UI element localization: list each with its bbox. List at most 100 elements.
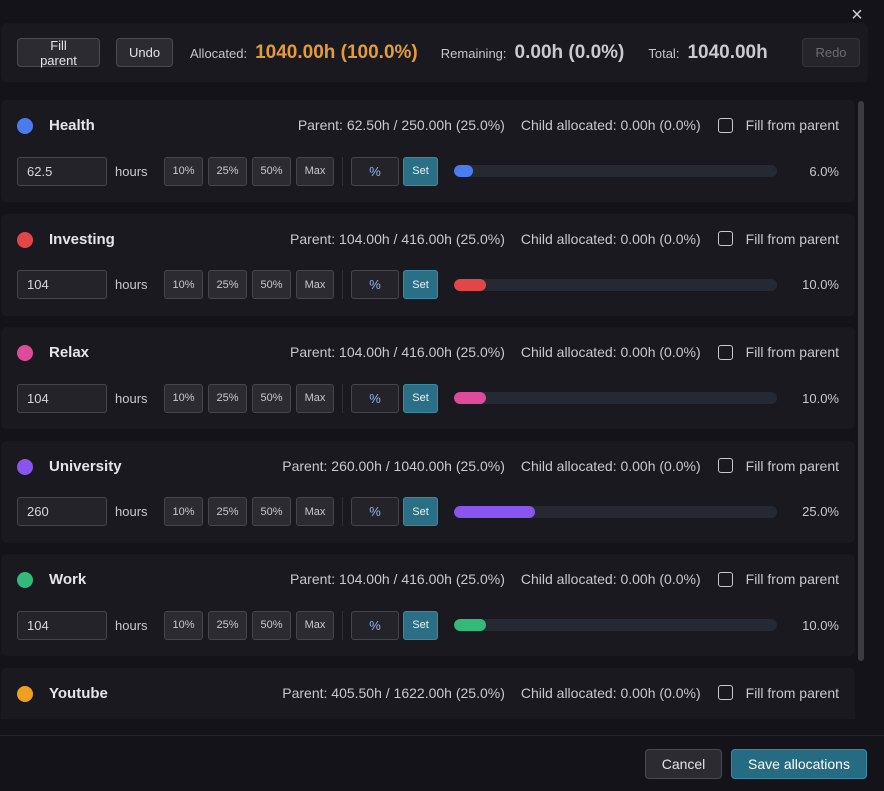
percent-25-button[interactable]: 25% <box>208 497 247 526</box>
percent-50-button[interactable]: 50% <box>252 383 291 413</box>
allocation-progress-bar <box>454 165 777 177</box>
percent-10-button[interactable]: 10% <box>164 497 203 526</box>
category-summary: Parent: 62.50h / 250.00h (25.0%) Child a… <box>298 117 839 133</box>
allocation-progress-text: 10.0% <box>802 617 839 633</box>
fill-from-parent-label: Fill from parent <box>745 230 839 247</box>
percent-10-button[interactable]: 10% <box>164 610 203 640</box>
percent-10-button[interactable]: 10% <box>164 383 203 413</box>
set-percent-button[interactable]: Set <box>403 610 438 640</box>
hours-input[interactable] <box>17 156 107 186</box>
fill-from-parent-checkbox[interactable] <box>717 117 733 133</box>
category-card-relax: Relax Parent: 104.00h / 416.00h (25.0%) … <box>1 327 855 429</box>
category-header: Health Parent: 62.50h / 250.00h (25.0%) … <box>1 100 855 150</box>
percent-25-button[interactable]: 25% <box>208 383 247 413</box>
total-value: 1040.00h <box>687 41 768 63</box>
allocation-controls: hours 10% 25% 50% Max % Set 10.0% <box>17 270 839 300</box>
allocation-progress-fill <box>454 278 487 291</box>
max-button[interactable]: Max <box>296 497 334 526</box>
fill-from-parent-checkbox[interactable] <box>717 685 733 700</box>
category-header: University Parent: 260.00h / 1040.00h (2… <box>1 441 855 491</box>
parent-allocation-text: Parent: 104.00h / 416.00h (25.0%) <box>290 230 505 247</box>
hours-input[interactable] <box>17 610 107 640</box>
save-allocations-button[interactable]: Save allocations <box>731 749 867 779</box>
parent-allocation-text: Parent: 405.50h / 1622.00h (25.0%) <box>282 684 505 701</box>
allocation-progress-fill <box>454 619 487 631</box>
category-summary: Parent: 405.50h / 1622.00h (25.0%) Child… <box>282 685 839 701</box>
percent-25-button[interactable]: 25% <box>208 270 247 299</box>
total-stat: Total: 1040.00h <box>648 42 767 64</box>
percent-input[interactable]: % <box>351 497 399 526</box>
category-color-dot <box>17 572 33 588</box>
set-percent-button[interactable]: Set <box>403 497 438 526</box>
max-button[interactable]: Max <box>296 270 334 299</box>
parent-allocation-text: Parent: 260.00h / 1040.00h (25.0%) <box>282 457 505 474</box>
total-label: Total: <box>648 45 680 61</box>
percent-input[interactable]: % <box>351 383 399 413</box>
max-button[interactable]: Max <box>296 156 334 186</box>
category-header: Work Parent: 104.00h / 416.00h (25.0%) C… <box>1 554 855 604</box>
max-button[interactable]: Max <box>296 383 334 413</box>
percent-input[interactable]: % <box>351 156 399 186</box>
fill-from-parent-checkbox[interactable] <box>717 344 733 360</box>
category-color-dot <box>17 118 33 134</box>
max-button[interactable]: Max <box>296 610 334 640</box>
allocation-progress-bar <box>454 619 777 631</box>
category-summary: Parent: 104.00h / 416.00h (25.0%) Child … <box>290 571 839 587</box>
percent-input[interactable]: % <box>351 270 399 299</box>
hours-unit-label: hours <box>115 163 148 179</box>
category-list[interactable]: Health Parent: 62.50h / 250.00h (25.0%) … <box>0 99 867 719</box>
allocation-controls: hours 10% 25% 50% Max % Set 10.0% <box>17 383 839 413</box>
hours-input[interactable] <box>17 270 107 299</box>
percent-10-button[interactable]: 10% <box>164 156 203 186</box>
allocation-progress-text: 10.0% <box>802 390 839 406</box>
fill-from-parent-label: Fill from parent <box>745 571 839 587</box>
hours-input[interactable] <box>17 497 107 526</box>
allocation-progress-text: 25.0% <box>802 504 839 519</box>
set-percent-button[interactable]: Set <box>403 156 438 186</box>
allocation-controls: hours 10% 25% 50% Max % Set 6.0% <box>17 156 839 186</box>
percent-10-button[interactable]: 10% <box>164 270 203 299</box>
category-name: University <box>49 457 122 475</box>
percent-input[interactable]: % <box>351 610 399 640</box>
allocation-progress-bar <box>454 278 777 291</box>
fill-from-parent-label: Fill from parent <box>745 344 839 360</box>
set-percent-button[interactable]: Set <box>403 383 438 413</box>
fill-from-parent-checkbox[interactable] <box>717 458 733 473</box>
redo-button[interactable]: Redo <box>802 38 860 67</box>
category-card-health: Health Parent: 62.50h / 250.00h (25.0%) … <box>1 100 855 202</box>
category-name: Youtube <box>49 684 108 702</box>
dialog-footer: Cancel Save allocations <box>0 735 884 791</box>
category-color-dot <box>17 345 33 361</box>
undo-button[interactable]: Undo <box>116 38 173 67</box>
percent-50-button[interactable]: 50% <box>252 610 291 640</box>
allocation-toolbar: Fill parent Undo Allocated: 1040.00h (10… <box>1 23 868 82</box>
remaining-label: Remaining: <box>440 45 507 61</box>
category-name: Relax <box>49 344 90 361</box>
set-percent-button[interactable]: Set <box>403 270 438 299</box>
child-allocation-text: Child allocated: 0.00h (0.0%) <box>520 684 701 701</box>
category-summary: Parent: 260.00h / 1040.00h (25.0%) Child… <box>282 458 839 474</box>
category-name: Work <box>49 571 87 588</box>
percent-50-button[interactable]: 50% <box>252 156 291 186</box>
fill-parent-button[interactable]: Fill parent <box>17 38 100 68</box>
percent-50-button[interactable]: 50% <box>252 497 291 526</box>
allocation-progress-bar <box>454 505 777 518</box>
percent-50-button[interactable]: 50% <box>252 270 291 299</box>
percent-25-button[interactable]: 25% <box>208 610 247 640</box>
fill-from-parent-checkbox[interactable] <box>717 571 733 587</box>
cancel-button[interactable]: Cancel <box>645 749 722 779</box>
fill-from-parent-checkbox[interactable] <box>717 231 733 246</box>
list-scrollbar[interactable] <box>858 101 864 661</box>
parent-allocation-text: Parent: 62.50h / 250.00h (25.0%) <box>297 117 505 133</box>
hours-unit-label: hours <box>115 390 148 406</box>
allocated-value: 1040.00h (100.0%) <box>255 41 418 63</box>
allocated-stat: Allocated: 1040.00h (100.0%) <box>190 42 418 64</box>
hours-unit-label: hours <box>115 617 148 633</box>
percent-25-button[interactable]: 25% <box>208 156 247 186</box>
close-icon[interactable]: × <box>848 5 866 25</box>
allocated-label: Allocated: <box>190 45 248 61</box>
child-allocation-text: Child allocated: 0.00h (0.0%) <box>520 457 701 474</box>
hours-input[interactable] <box>17 383 107 413</box>
controls-divider <box>342 156 343 186</box>
category-header: Youtube Parent: 405.50h / 1622.00h (25.0… <box>1 668 855 718</box>
